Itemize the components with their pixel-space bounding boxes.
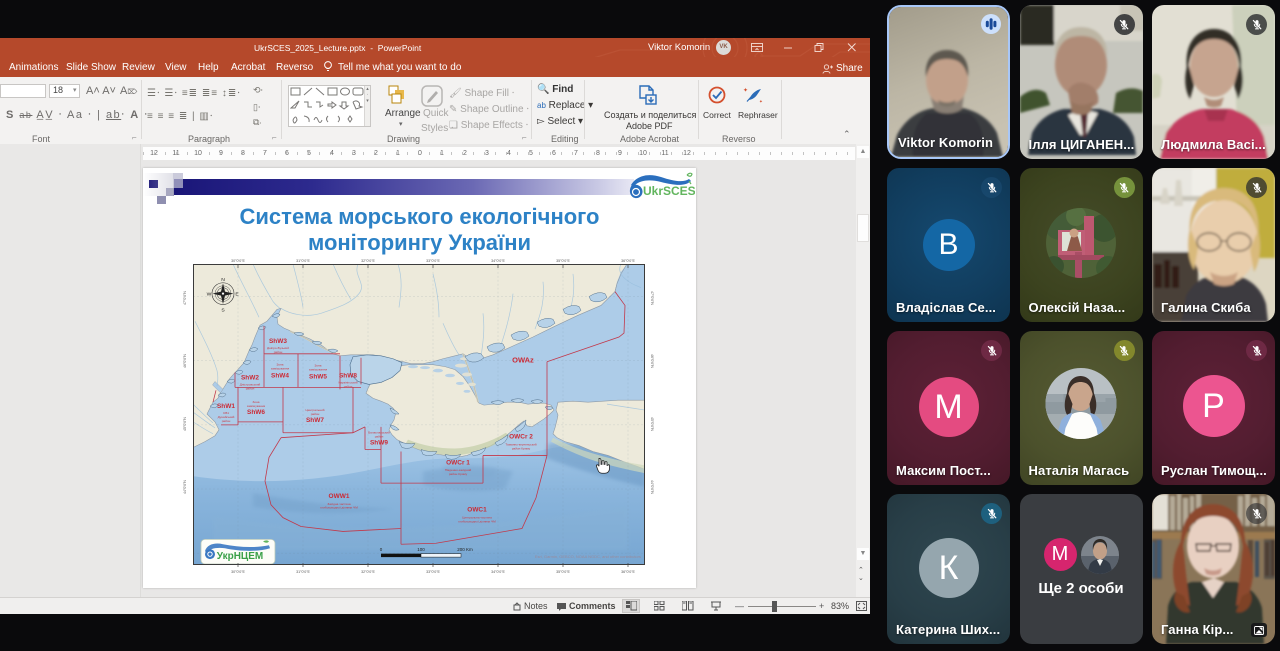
svg-text:32°0'0"E: 32°0'0"E — [361, 570, 375, 574]
svg-text:45°0'0"N: 45°0'0"N — [650, 417, 654, 431]
svg-text:46°0'0"N: 46°0'0"N — [183, 354, 187, 368]
svg-text:36°0'0"E: 36°0'0"E — [621, 259, 635, 263]
svg-text:✦: ✦ — [743, 87, 748, 94]
svg-text:35°0'0"E: 35°0'0"E — [556, 259, 570, 263]
svg-text:30°0'0"E: 30°0'0"E — [231, 259, 245, 263]
svg-text:33°0'0"E: 33°0'0"E — [426, 570, 440, 574]
svg-text:32°0'0"E: 32°0'0"E — [361, 259, 375, 263]
svg-text:47°0'0"N: 47°0'0"N — [650, 291, 654, 305]
svg-text:34°0'0"E: 34°0'0"E — [491, 570, 505, 574]
svg-text:36°0'0"E: 36°0'0"E — [621, 570, 635, 574]
svg-text:35°0'0"E: 35°0'0"E — [556, 570, 570, 574]
svg-text:46°0'0"N: 46°0'0"N — [650, 354, 654, 368]
svg-text:33°0'0"E: 33°0'0"E — [426, 259, 440, 263]
svg-text:45°0'0"N: 45°0'0"N — [183, 417, 187, 431]
svg-text:44°0'0"N: 44°0'0"N — [650, 480, 654, 494]
svg-text:30°0'0"E: 30°0'0"E — [231, 570, 245, 574]
svg-text:31°0'0"E: 31°0'0"E — [296, 259, 310, 263]
svg-text:31°0'0"E: 31°0'0"E — [296, 570, 310, 574]
svg-text:47°0'0"N: 47°0'0"N — [183, 291, 187, 305]
svg-text:34°0'0"E: 34°0'0"E — [491, 259, 505, 263]
svg-text:UkrSCES: UkrSCES — [643, 184, 695, 198]
svg-text:✦: ✦ — [759, 99, 763, 104]
svg-text:44°0'0"N: 44°0'0"N — [183, 480, 187, 494]
